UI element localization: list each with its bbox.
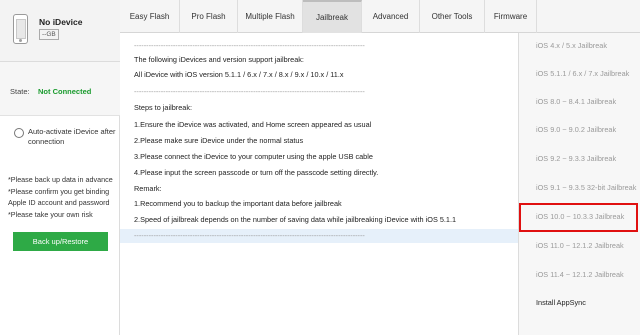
tab-easy-flash[interactable]: Easy Flash	[120, 0, 180, 33]
steps-heading: Steps to jailbreak:	[134, 103, 193, 112]
info-line: The following iDevices and version suppo…	[134, 55, 304, 64]
step-line: 1.Ensure the iDevice was activated, and …	[134, 120, 372, 129]
device-name: No iDevice	[39, 17, 83, 27]
separator-line: ----------------------------------------…	[134, 231, 365, 240]
auto-activate-radio[interactable]	[14, 128, 24, 138]
info-line: All iDevice with iOS version 5.1.1 / 6.x…	[134, 70, 344, 79]
tab-firmware[interactable]: Firmware	[485, 0, 537, 33]
separator-line: ----------------------------------------…	[134, 87, 365, 96]
jailbreak-options-list: iOS 4.x / 5.x Jailbreak iOS 5.1.1 / 6.x …	[518, 33, 640, 335]
separator-line: ----------------------------------------…	[134, 41, 365, 50]
option-ios11-4-jailbreak[interactable]: iOS 11.4 ~ 12.1.2 Jailbreak	[519, 262, 640, 287]
app-window: No iDevice --GB State: Not Connected Aut…	[0, 0, 640, 335]
sidebar: No iDevice --GB State: Not Connected Aut…	[0, 0, 120, 335]
note-line: *Please confirm you get binding	[8, 186, 110, 196]
note-line: *Please back up data in advance	[8, 175, 113, 184]
tab-pro-flash[interactable]: Pro Flash	[180, 0, 238, 33]
option-ios11-0-jailbreak[interactable]: iOS 11.0 ~ 12.1.2 Jailbreak	[519, 233, 640, 258]
step-line: 3.Please connect the iDevice to your com…	[134, 152, 373, 161]
state-label: State:	[10, 87, 30, 96]
phone-icon	[13, 14, 28, 44]
note-line: *Please take your own risk	[8, 209, 93, 219]
jailbreak-info-panel: ----------------------------------------…	[120, 33, 518, 335]
state-value: Not Connected	[38, 87, 92, 96]
device-capacity: --GB	[39, 29, 59, 40]
tab-multiple-flash[interactable]: Multiple Flash	[238, 0, 303, 33]
option-ios511-6-7-jailbreak[interactable]: iOS 5.1.1 / 6.x / 7.x Jailbreak	[519, 61, 640, 86]
option-ios9-0-jailbreak[interactable]: iOS 9.0 ~ 9.0.2 Jailbreak	[519, 117, 640, 142]
option-ios4-5-jailbreak[interactable]: iOS 4.x / 5.x Jailbreak	[519, 33, 640, 58]
option-ios9-1-32bit-jailbreak[interactable]: iOS 9.1 ~ 9.3.5 32-bit Jailbreak	[519, 175, 640, 200]
step-line: 4.Please input the screen passcode or tu…	[134, 168, 379, 177]
state-row: State: Not Connected	[0, 62, 120, 116]
step-line: 2.Please make sure iDevice under the nor…	[134, 136, 304, 145]
remark-heading: Remark:	[134, 184, 162, 193]
remark-line: 1.Recommend you to backup the important …	[134, 199, 342, 208]
option-install-appsync[interactable]: Install AppSync	[519, 290, 640, 315]
option-ios8-jailbreak[interactable]: iOS 8.0 ~ 8.4.1 Jailbreak	[519, 89, 640, 114]
notes: *Please back up data in advance *Please …	[8, 174, 120, 220]
auto-activate-label: Auto-activate iDevice after connection	[28, 127, 116, 146]
tab-bar: Easy Flash Pro Flash Multiple Flash Jail…	[120, 0, 640, 33]
tab-advanced[interactable]: Advanced	[362, 0, 420, 33]
tab-jailbreak[interactable]: Jailbreak	[303, 0, 362, 33]
highlight-annotation-box	[519, 203, 638, 232]
tab-other-tools[interactable]: Other Tools	[420, 0, 485, 33]
backup-restore-button[interactable]: Back up/Restore	[13, 232, 108, 251]
remark-line: 2.Speed of jailbreak depends on the numb…	[134, 215, 457, 224]
option-ios9-2-jailbreak[interactable]: iOS 9.2 ~ 9.3.3 Jailbreak	[519, 146, 640, 171]
device-panel: No iDevice --GB	[0, 0, 120, 62]
note-line: Apple ID account and password	[8, 198, 110, 207]
